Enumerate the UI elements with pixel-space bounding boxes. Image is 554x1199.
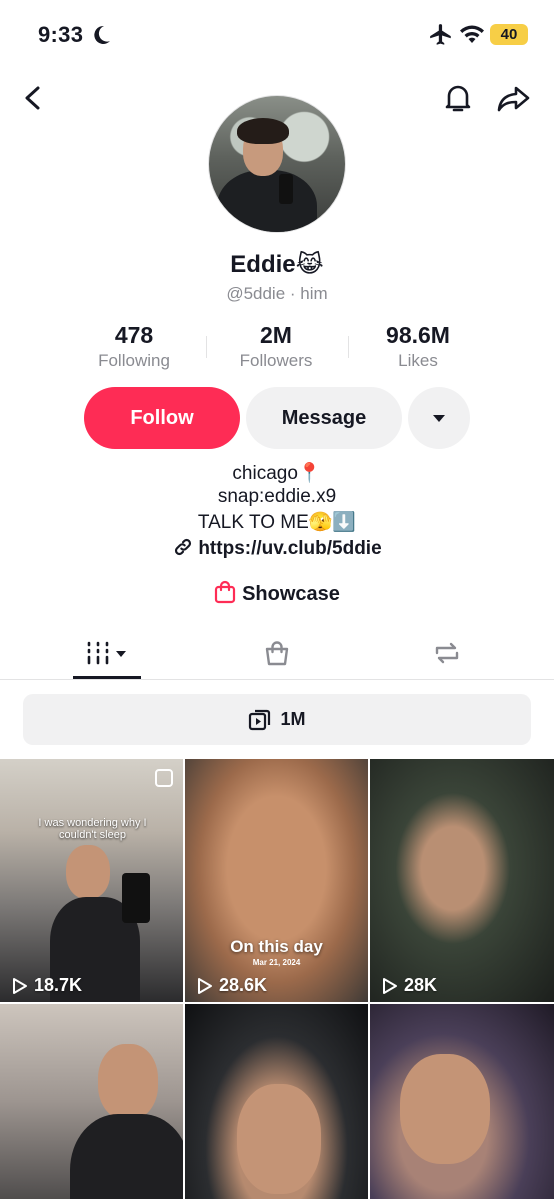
video-tile[interactable]: On this day Mar 21, 2024 28.6K [185,759,368,1002]
video-tile[interactable] [370,1004,554,1199]
playlist-icon [249,709,271,730]
grid-icon [87,641,126,665]
view-count: 28K [380,975,437,996]
video-tile[interactable]: 28K [370,759,554,1002]
tab-videos[interactable] [72,628,142,678]
showcase-label: Showcase [242,583,340,605]
bio-line: chicago📍 [232,463,322,484]
stat-value: 478 [114,322,154,348]
view-count: 28.6K [195,975,267,996]
shopping-bag-icon [214,580,236,604]
tab-shop[interactable] [242,628,312,678]
on-this-day-title: On this day [230,937,323,956]
bio-line: TALK TO ME🫣⬇️ [197,512,357,533]
stat-likes[interactable]: 98.6M Likes [348,322,488,371]
message-button[interactable]: Message [246,387,402,449]
profile-link[interactable]: https://uv.club/5ddie [0,537,554,560]
stat-label: Following [98,351,170,370]
status-time: 9:33 [38,22,84,47]
stat-value: 98.6M [386,322,450,348]
stat-label: Likes [398,351,438,370]
follow-button[interactable]: Follow [84,387,240,449]
airplane-icon [430,24,451,45]
stat-label: Followers [239,351,313,370]
view-count: 18.7K [10,975,82,996]
caret-down-icon [433,414,445,422]
on-this-day-date: Mar 21, 2024 [252,958,301,967]
play-icon [383,977,397,994]
battery-indicator: 40 [490,24,528,45]
status-bar: 9:33 40 [0,0,554,70]
avatar[interactable] [208,95,346,233]
back-arrow-icon[interactable] [18,80,48,116]
profile-name: Eddie😹 [230,251,324,278]
view-count-text: 18.7K [34,975,83,995]
divider [0,679,554,680]
bell-icon[interactable] [440,80,476,116]
play-icon [13,977,27,994]
stat-followers[interactable]: 2M Followers [206,322,346,371]
playlist-count: 1M [280,709,306,729]
video-tile[interactable]: I was wondering why I couldn't sleep 18.… [0,759,183,1002]
wifi-icon [460,25,484,43]
link-icon [175,538,192,556]
showcase-link[interactable]: Showcase [0,580,554,606]
video-caption: I was wondering why I couldn't sleep [38,817,147,841]
stat-following[interactable]: 478 Following [64,322,204,371]
play-icon [198,977,212,994]
multi-photo-icon [155,769,173,787]
profile-handle: @5ddie · him [226,284,328,303]
view-count-text: 28K [404,975,438,995]
repost-icon [435,642,459,664]
stat-value: 2M [260,322,292,348]
tab-reposts[interactable] [412,628,482,678]
link-text: https://uv.club/5ddie [198,538,382,559]
share-arrow-icon[interactable] [496,80,532,116]
moon-icon [94,25,110,44]
view-count-text: 28.6K [219,975,268,995]
video-tile[interactable] [0,1004,183,1199]
video-tile[interactable] [185,1004,368,1199]
video-grid: I was wondering why I couldn't sleep 18.… [0,759,554,1199]
playlist-button[interactable]: 1M [23,694,531,745]
shopping-bag-icon [265,641,289,666]
bio-line: snap:eddie.x9 [217,486,337,507]
more-options-button[interactable] [408,387,470,449]
